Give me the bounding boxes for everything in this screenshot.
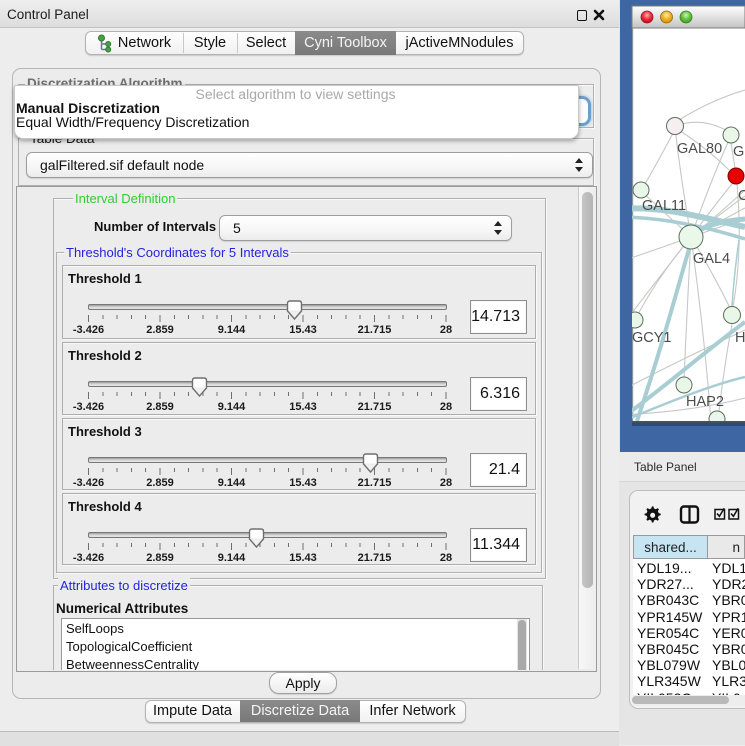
svg-text:GAL11: GAL11	[642, 198, 686, 214]
svg-text:GCY1: GCY1	[632, 330, 672, 346]
svg-text:C: C	[738, 188, 745, 204]
svg-text:GAL4: GAL4	[693, 251, 730, 267]
svg-text:G.: G.	[733, 144, 745, 160]
svg-text:GAL80: GAL80	[677, 141, 722, 157]
svg-text:H: H	[735, 330, 745, 346]
svg-text:HAP2: HAP2	[686, 394, 724, 410]
